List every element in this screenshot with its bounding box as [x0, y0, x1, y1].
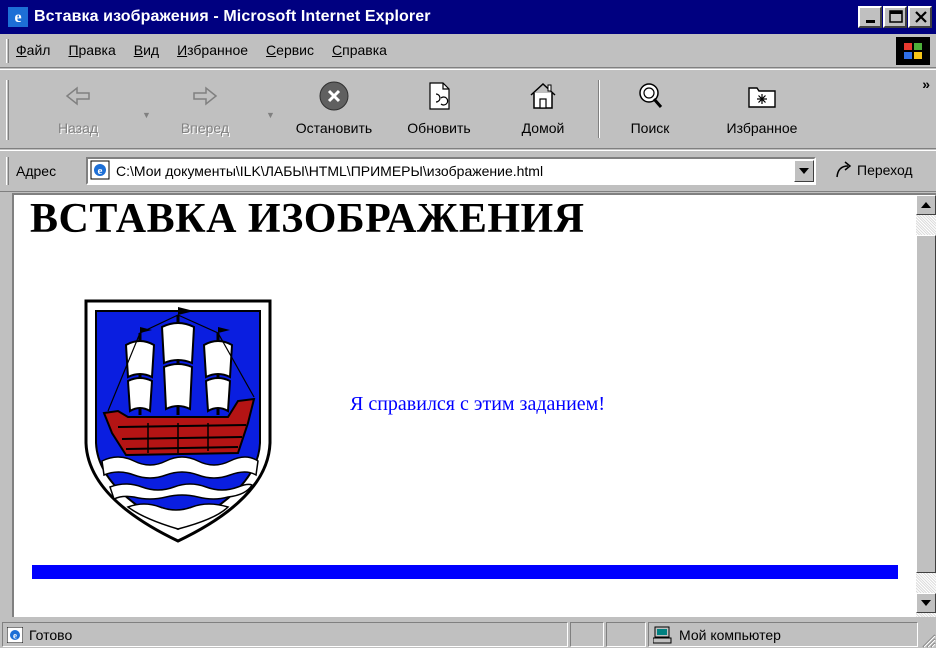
- window-title: Вставка изображения - Microsoft Internet…: [34, 8, 431, 25]
- arrow-down-icon: [921, 600, 931, 606]
- svg-text:e: e: [13, 630, 17, 640]
- minimize-button[interactable]: [858, 6, 882, 28]
- menu-bar: Файл Правка Вид Избранное Сервис Справка: [0, 34, 936, 68]
- chevron-down-icon: [799, 168, 809, 174]
- forward-arrow-icon: [192, 76, 218, 116]
- ie-logo-icon: e: [8, 7, 28, 27]
- menu-tools[interactable]: Сервис: [266, 42, 314, 58]
- my-computer-icon: [653, 626, 672, 643]
- search-button[interactable]: Поиск: [620, 76, 680, 148]
- menu-edit[interactable]: Правка: [68, 42, 115, 58]
- windows-logo-icon: [896, 37, 930, 65]
- resize-grip-icon[interactable]: [920, 632, 936, 648]
- title-bar[interactable]: e Вставка изображения - Microsoft Intern…: [0, 0, 936, 34]
- search-icon: [635, 76, 665, 116]
- document-body: ВСТАВКА ИЗОБРАЖЕНИЯ Я справился с этим з…: [14, 195, 914, 617]
- address-grip[interactable]: [6, 157, 9, 185]
- close-icon: [915, 11, 927, 23]
- favorites-folder-icon: [747, 76, 777, 116]
- page-icon: e: [90, 160, 110, 183]
- arrow-up-icon: [921, 202, 931, 208]
- status-secure-panel: [606, 622, 646, 647]
- back-dropdown-icon[interactable]: ▼: [142, 110, 151, 120]
- go-button[interactable]: Переход: [834, 161, 913, 179]
- toolbar-grip[interactable]: [6, 80, 9, 140]
- status-bar: e Готово Мой компьютер: [0, 620, 936, 648]
- standard-toolbar: Назад ▼ Вперед ▼ Остановить Обновить Дом…: [0, 69, 936, 149]
- status-text-panel: e Готово: [2, 622, 568, 647]
- favorites-button[interactable]: Избранное: [714, 76, 810, 148]
- forward-dropdown-icon[interactable]: ▼: [266, 110, 275, 120]
- refresh-button[interactable]: Обновить: [396, 76, 482, 148]
- stop-icon: [318, 76, 350, 116]
- page-heading: ВСТАВКА ИЗОБРАЖЕНИЯ: [30, 196, 585, 242]
- address-input[interactable]: e C:\Мои документы\ILK\ЛАБЫ\HTML\ПРИМЕРЫ…: [86, 157, 816, 185]
- address-dropdown-button[interactable]: [794, 160, 814, 182]
- maximize-button[interactable]: [883, 6, 907, 28]
- home-button[interactable]: Домой: [512, 76, 574, 148]
- menu-help[interactable]: Справка: [332, 42, 387, 58]
- close-button[interactable]: [908, 6, 932, 28]
- svg-text:e: e: [98, 165, 103, 177]
- browser-viewport[interactable]: ВСТАВКА ИЗОБРАЖЕНИЯ Я справился с этим з…: [12, 193, 936, 617]
- address-url: C:\Мои документы\ILK\ЛАБЫ\HTML\ПРИМЕРЫ\и…: [116, 163, 544, 179]
- address-label: Адрес: [16, 163, 57, 179]
- toolbar-more-button[interactable]: »: [922, 76, 930, 92]
- menu-favorites[interactable]: Избранное: [177, 42, 248, 58]
- refresh-icon: [427, 76, 451, 116]
- maximize-icon: [889, 10, 903, 23]
- toolbar-separator: [598, 80, 600, 138]
- forward-button[interactable]: Вперед: [170, 76, 240, 148]
- coat-of-arms-ship-icon: [78, 293, 278, 547]
- vertical-scrollbar[interactable]: [916, 195, 936, 617]
- menu-grip[interactable]: [6, 39, 9, 63]
- scrollbar-thumb[interactable]: [916, 235, 936, 573]
- success-message: Я справился с этим заданием!: [350, 393, 605, 415]
- scroll-up-button[interactable]: [916, 195, 936, 215]
- scroll-down-button[interactable]: [916, 593, 936, 613]
- address-bar: Адрес e C:\Мои документы\ILK\ЛАБЫ\HTML\П…: [0, 150, 936, 192]
- stop-button[interactable]: Остановить: [284, 76, 384, 148]
- status-zone-panel: Мой компьютер: [648, 622, 918, 647]
- horizontal-rule: [32, 565, 898, 579]
- go-arrow-icon: [836, 161, 852, 178]
- page-status-icon: e: [7, 626, 23, 643]
- back-arrow-icon: [65, 76, 91, 116]
- menu-view[interactable]: Вид: [134, 42, 159, 58]
- menu-file[interactable]: Файл: [16, 42, 50, 58]
- status-progress-panel: [570, 622, 604, 647]
- minimize-icon: [866, 20, 875, 23]
- svg-text:e: e: [14, 9, 21, 26]
- home-icon: [528, 76, 558, 116]
- back-button[interactable]: Назад: [48, 76, 108, 148]
